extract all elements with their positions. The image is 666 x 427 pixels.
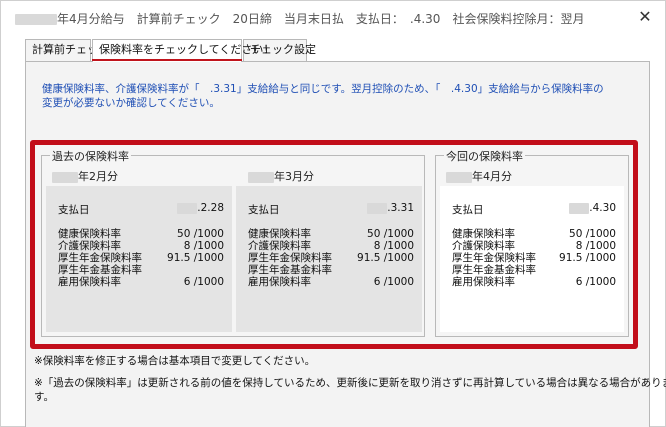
current-rates-group: 今回の保険料率 年4月分 支払日 .4.30 健康保険料率 50 /1000 介護… [435, 148, 629, 337]
past-month-1-heading: 年2月分 [52, 168, 118, 184]
redacted-year [446, 171, 472, 183]
pay-date-row: 支払日 .4.30 [452, 202, 616, 217]
pay-date-label: 支払日 [452, 204, 484, 216]
notice-message: 健康保険料率、介護保険料率が「 .3.31」支給給与と同じです。翌月控除のため、… [42, 82, 642, 110]
notice-line-1: 健康保険料率、介護保険料率が「 .3.31」支給給与と同じです。翌月控除のため、… [42, 83, 604, 95]
rate-row: 雇用保険料率 6 /1000 [248, 276, 414, 288]
rate-row: 厚生年金保険料率 91.5 /1000 [248, 252, 414, 264]
highlight-frame: 過去の保険料率 年2月分 年3月分 支払日 .2.28 健康保険料率 50 /10… [30, 140, 638, 349]
note-past-rates-line-2: す。 [34, 391, 54, 403]
current-month-panel: 支払日 .4.30 健康保険料率 50 /1000 介護保険料率 8 /1000 厚… [440, 186, 624, 332]
note-past-rates-line-1: ※「過去の保険料率」は更新される前の値を保持しているため、更新後に更新を取り消さ… [34, 377, 666, 389]
rate-row: 介護保険料率 8 /1000 [248, 240, 414, 252]
close-icon: ✕ [638, 7, 652, 26]
pay-date-value: .2.28 [177, 202, 224, 214]
past-rates-label: 過去の保険料率 [50, 148, 131, 164]
note-past-rates: ※「過去の保険料率」は更新される前の値を保持しているため、更新後に更新を取り消さ… [34, 376, 666, 404]
rate-row: 厚生年金基金料率 [248, 264, 332, 276]
pay-date-label: 支払日 [58, 204, 90, 216]
past-rates-group: 過去の保険料率 年2月分 年3月分 支払日 .2.28 健康保険料率 50 /10… [41, 148, 425, 337]
current-rates-label: 今回の保険料率 [444, 148, 525, 164]
redacted-year [569, 202, 590, 214]
redacted-year [367, 202, 388, 214]
redacted-year [177, 202, 198, 214]
rate-row: 健康保険料率 50 /1000 [452, 228, 616, 240]
notice-line-2: 変更が必要ないか確認してください。 [42, 97, 220, 109]
rate-row: 厚生年金保険料率 91.5 /1000 [58, 252, 224, 264]
window-title: 年4月分給与 計算前チェック 20日締 当月末日払 支払日： .4.30 社会保… [15, 10, 584, 27]
past-month-1-panel: 支払日 .2.28 健康保険料率 50 /1000 介護保険料率 8 /1000 厚… [46, 186, 232, 332]
window-title-text: 年4月分給与 計算前チェック 20日締 当月末日払 支払日： .4.30 社会保… [57, 12, 585, 26]
past-month-2-panel: 支払日 .3.31 健康保険料率 50 /1000 介護保険料率 8 /1000 厚… [236, 186, 422, 332]
active-tab-underline [92, 59, 242, 61]
pay-date-label: 支払日 [248, 204, 280, 216]
rate-row: 健康保険料率 50 /1000 [248, 228, 414, 240]
pay-date-row: 支払日 .2.28 [58, 202, 224, 217]
rate-row: 厚生年金基金料率 [58, 264, 142, 276]
past-month-2-label: 年3月分 [274, 170, 314, 183]
past-month-1-label: 年2月分 [78, 170, 118, 183]
rate-row: 健康保険料率 50 /1000 [58, 228, 224, 240]
close-button[interactable]: ✕ [633, 6, 657, 30]
redacted-year [15, 14, 57, 25]
past-month-2-heading: 年3月分 [248, 168, 314, 184]
note-edit-rates: ※保険料率を修正する場合は基本項目で変更してください。 [34, 355, 316, 367]
rate-row: 厚生年金基金料率 [452, 264, 536, 276]
rate-row: 介護保険料率 8 /1000 [58, 240, 224, 252]
rate-row: 厚生年金保険料率 91.5 /1000 [452, 252, 616, 264]
redacted-year [248, 171, 274, 183]
tab-content: 健康保険料率、介護保険料率が「 .3.31」支給給与と同じです。翌月控除のため、… [25, 61, 666, 427]
current-month-heading: 年4月分 [446, 168, 512, 184]
rate-row: 雇用保険料率 6 /1000 [452, 276, 616, 288]
pay-date-value: .4.30 [569, 202, 616, 214]
tab-pre-calc-check[interactable]: 計算前チェック [25, 39, 109, 61]
current-month-label: 年4月分 [472, 170, 512, 183]
pay-date-row: 支払日 .3.31 [248, 202, 414, 217]
title-bar: 年4月分給与 計算前チェック 20日締 当月末日払 支払日： .4.30 社会保… [1, 1, 665, 35]
pay-date-value: .3.31 [367, 202, 414, 214]
redacted-year [52, 171, 78, 183]
dialog-window: 年4月分給与 計算前チェック 20日締 当月末日払 支払日： .4.30 社会保… [0, 0, 666, 427]
rate-row: 雇用保険料率 6 /1000 [58, 276, 224, 288]
rate-row: 介護保険料率 8 /1000 [452, 240, 616, 252]
